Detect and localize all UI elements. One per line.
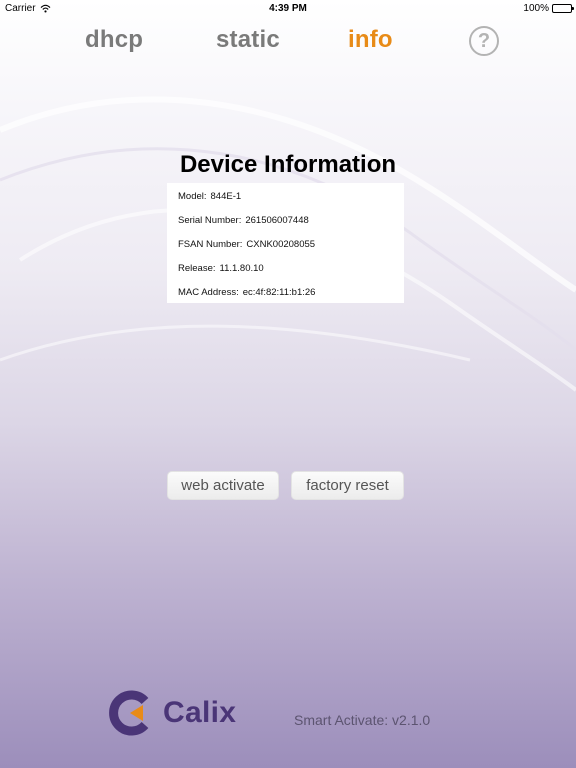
info-value: ec:4f:82:11:b1:26	[242, 287, 316, 298]
status-bar: Carrier 4:39 PM 100%	[0, 0, 576, 18]
tab-static[interactable]: static	[216, 26, 280, 54]
info-value: 844E-1	[210, 191, 242, 202]
info-label: Serial Number:	[178, 215, 242, 226]
battery-icon	[552, 4, 574, 13]
info-value: 261506007448	[245, 215, 309, 226]
status-time: 4:39 PM	[269, 3, 307, 14]
info-value: 11.1.80.10	[219, 263, 264, 274]
info-row-fsan: FSAN Number: CXNK00208055	[178, 239, 315, 250]
brand-name: Calix	[163, 696, 237, 729]
battery-indicator: 100%	[523, 3, 574, 14]
info-label: Model:	[178, 191, 207, 202]
web-activate-button[interactable]: web activate	[167, 471, 279, 500]
battery-percent: 100%	[523, 3, 549, 14]
tab-dhcp[interactable]: dhcp	[85, 26, 143, 54]
device-info-panel: Model: 844E-1 Serial Number: 261506007448 …	[167, 183, 404, 303]
version-label: Smart Activate: v2.1.0	[294, 712, 431, 728]
calix-logo-icon	[109, 690, 149, 736]
factory-reset-button[interactable]: factory reset	[291, 471, 404, 500]
info-row-release: Release: 11.1.80.10	[178, 263, 264, 274]
page-title: Device Information	[179, 151, 397, 178]
info-row-model: Model: 844E-1	[178, 191, 241, 202]
info-label: Release:	[178, 263, 216, 274]
info-value: CXNK00208055	[246, 239, 316, 250]
help-icon[interactable]: ?	[469, 26, 499, 56]
info-label: MAC Address:	[178, 287, 239, 298]
info-row-mac: MAC Address: ec:4f:82:11:b1:26	[178, 287, 315, 298]
info-row-serial: Serial Number: 261506007448	[178, 215, 309, 226]
tab-info[interactable]: info	[348, 26, 393, 54]
info-label: FSAN Number:	[178, 239, 243, 250]
